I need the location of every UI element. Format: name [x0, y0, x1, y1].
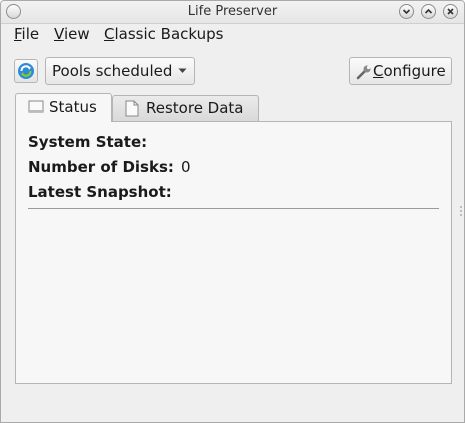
system-state-label: System State:	[28, 133, 148, 151]
latest-snapshot-row: Latest Snapshot:	[28, 183, 172, 201]
latest-snapshot-label: Latest Snapshot:	[28, 183, 172, 201]
tab-restore-data[interactable]: Restore Data	[112, 95, 259, 121]
tab-restore-data-label: Restore Data	[146, 99, 244, 117]
status-tab-icon	[28, 100, 44, 113]
chevron-up-icon	[424, 8, 433, 14]
life-preserver-window: Life Preserver File View Classic Backups	[0, 0, 465, 423]
dropdown-arrow-icon	[178, 68, 187, 73]
document-icon	[125, 100, 139, 117]
disk-count-row: Number of Disks: 0	[28, 158, 191, 176]
tab-bar: Status Restore Data	[15, 93, 455, 122]
disk-count-label: Number of Disks:	[28, 158, 174, 176]
maximize-button[interactable]	[421, 4, 436, 19]
system-state-row: System State:	[28, 133, 147, 151]
pool-selector-dropdown[interactable]: Pools scheduled	[45, 57, 195, 85]
status-panel: System State: Number of Disks: 0 Latest …	[15, 121, 452, 384]
chevron-down-icon	[402, 9, 411, 15]
close-button[interactable]	[443, 4, 458, 19]
status-divider	[28, 208, 439, 209]
configure-button[interactable]: Configure	[349, 57, 452, 85]
refresh-button[interactable]	[14, 59, 38, 83]
menu-bar: File View Classic Backups	[1, 23, 464, 45]
refresh-icon	[18, 63, 34, 79]
wrench-icon	[356, 65, 371, 80]
menu-classic-backups[interactable]: Classic Backups	[104, 25, 223, 43]
menu-file[interactable]: File	[14, 25, 39, 43]
configure-label: Configure	[373, 62, 446, 80]
menu-view[interactable]: View	[54, 25, 90, 43]
window-title: Life Preserver	[187, 4, 278, 19]
minimize-button[interactable]	[399, 4, 414, 19]
title-bar[interactable]: Life Preserver	[1, 1, 464, 24]
resize-grip[interactable]	[460, 206, 463, 218]
tab-status-label: Status	[49, 98, 97, 116]
pool-selector-value: Pools scheduled	[52, 62, 173, 80]
tab-status[interactable]: Status	[15, 93, 112, 122]
toolbar: Pools scheduled Configure	[1, 55, 464, 87]
close-icon	[447, 8, 454, 15]
disk-count-value: 0	[181, 158, 191, 176]
